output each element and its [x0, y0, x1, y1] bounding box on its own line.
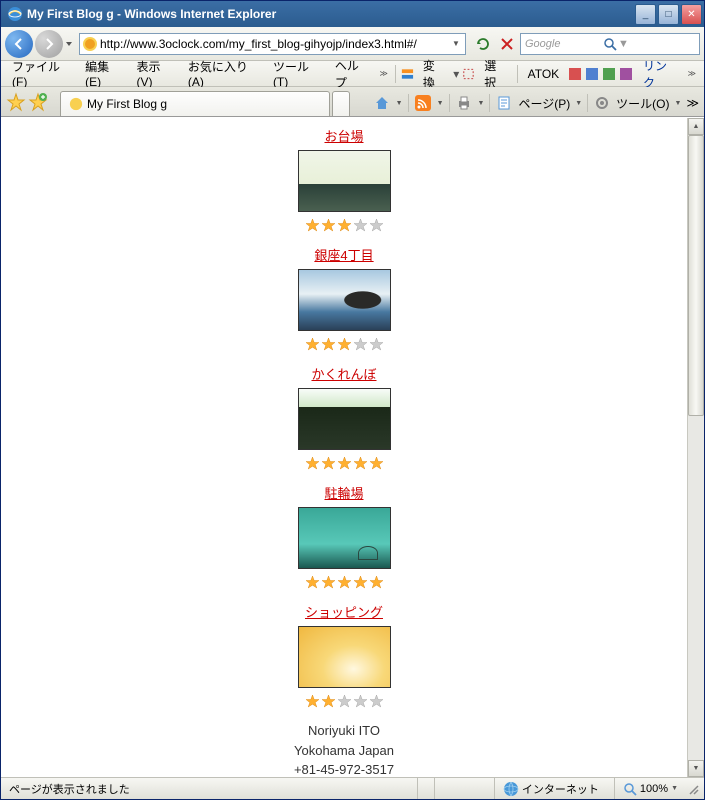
post-thumbnail[interactable] [298, 507, 391, 569]
atok-icon3[interactable] [601, 66, 616, 82]
post: かくれんぼ [1, 364, 687, 471]
favorites-star-icon[interactable] [6, 92, 26, 112]
scrollbar[interactable]: ▲ ▼ [687, 118, 704, 777]
search-box[interactable]: Google ▼ [520, 33, 700, 55]
globe-icon [503, 781, 519, 797]
ie-icon [7, 6, 23, 22]
atok-icon2[interactable] [584, 66, 599, 82]
author-tel: +81-45-972-3517 [1, 760, 687, 777]
tab-favicon-icon [69, 97, 83, 111]
home-button[interactable] [373, 94, 391, 112]
status-message: ページが表示されました [5, 781, 417, 797]
tools-menu[interactable]: ツール(O) [616, 95, 669, 112]
resize-grip-icon[interactable] [686, 782, 700, 796]
author-location: Yokohama Japan [1, 741, 687, 761]
close-button[interactable]: ✕ [681, 4, 702, 25]
post-title-link[interactable]: ショッピング [305, 602, 383, 621]
search-icon[interactable] [602, 36, 618, 52]
add-favorites-icon[interactable] [28, 92, 48, 112]
search-dropdown-icon[interactable]: ▼ [618, 38, 695, 50]
nav-dropdown-icon[interactable] [65, 40, 73, 48]
status-bar: ページが表示されました インターネット 100% ▼ [1, 777, 704, 799]
cmdbar-overflow-icon[interactable]: ≫ [686, 96, 699, 110]
menu-overflow-icon[interactable]: ≫ [377, 69, 391, 78]
rating-stars [1, 575, 687, 590]
post-title-link[interactable]: 銀座4丁目 [314, 245, 373, 264]
titlebar: My First Blog g - Windows Internet Explo… [1, 1, 704, 27]
post-thumbnail[interactable] [298, 626, 391, 688]
new-tab-button[interactable] [332, 91, 350, 116]
scroll-up-button[interactable]: ▲ [688, 118, 704, 135]
page-content: お台場銀座4丁目かくれんぼ駐輪場ショッピング Noriyuki ITO Yoko… [1, 118, 687, 777]
post-title-link[interactable]: 駐輪場 [324, 483, 363, 502]
feeds-button[interactable] [414, 94, 432, 112]
favicon-icon [82, 36, 98, 52]
post: 駐輪場 [1, 483, 687, 590]
author-name: Noriyuki ITO [1, 721, 687, 741]
scroll-down-button[interactable]: ▼ [688, 760, 704, 777]
zoom-level: 100% [640, 783, 668, 795]
tab-label: My First Blog g [87, 97, 167, 111]
select-icon [461, 66, 476, 82]
refresh-button[interactable] [472, 33, 494, 55]
url-input[interactable] [100, 37, 449, 51]
url-dropdown-icon[interactable]: ▼ [449, 39, 463, 48]
post: 銀座4丁目 [1, 245, 687, 352]
search-placeholder: Google [525, 38, 602, 50]
maximize-button[interactable]: □ [658, 4, 679, 25]
page-menu[interactable]: ページ(P) [518, 95, 570, 112]
rating-stars [1, 694, 687, 709]
tab-active[interactable]: My First Blog g [60, 91, 330, 116]
author-info: Noriyuki ITO Yokohama Japan +81-45-972-3… [1, 721, 687, 777]
back-button[interactable] [5, 30, 33, 58]
convert-icon [400, 66, 415, 82]
menu-atok[interactable]: ATOK [522, 64, 566, 84]
atok-icon1[interactable] [567, 66, 582, 82]
rating-stars [1, 456, 687, 471]
post-title-link[interactable]: お台場 [324, 126, 363, 145]
post-title-link[interactable]: かくれんぼ [311, 364, 376, 383]
post: ショッピング [1, 602, 687, 709]
tab-bar: My First Blog g ▼ ▼ ▼ ページ(P) ▼ ツール(O) ▼ … [1, 87, 704, 117]
post-thumbnail[interactable] [298, 269, 391, 331]
scroll-thumb[interactable] [688, 135, 704, 416]
links-overflow-icon[interactable]: ≫ [685, 69, 699, 78]
scroll-track[interactable] [688, 135, 704, 760]
stop-button[interactable] [496, 33, 518, 55]
address-bar[interactable]: ▼ [79, 33, 466, 55]
post-thumbnail[interactable] [298, 388, 391, 450]
atok-icon4[interactable] [618, 66, 633, 82]
forward-button[interactable] [35, 30, 63, 58]
minimize-button[interactable]: _ [635, 4, 656, 25]
status-zone: インターネット [522, 781, 599, 797]
zoom-icon[interactable] [623, 782, 637, 796]
rating-stars [1, 218, 687, 233]
rating-stars [1, 337, 687, 352]
print-button[interactable] [455, 94, 473, 112]
window-title: My First Blog g - Windows Internet Explo… [27, 7, 635, 21]
menu-bar: ファイル(F) 編集(E) 表示(V) お気に入り(A) ツール(T) ヘルプ … [1, 61, 704, 87]
tools-menu-icon [593, 94, 611, 112]
page-menu-icon [495, 94, 513, 112]
post-thumbnail[interactable] [298, 150, 391, 212]
post: お台場 [1, 126, 687, 233]
